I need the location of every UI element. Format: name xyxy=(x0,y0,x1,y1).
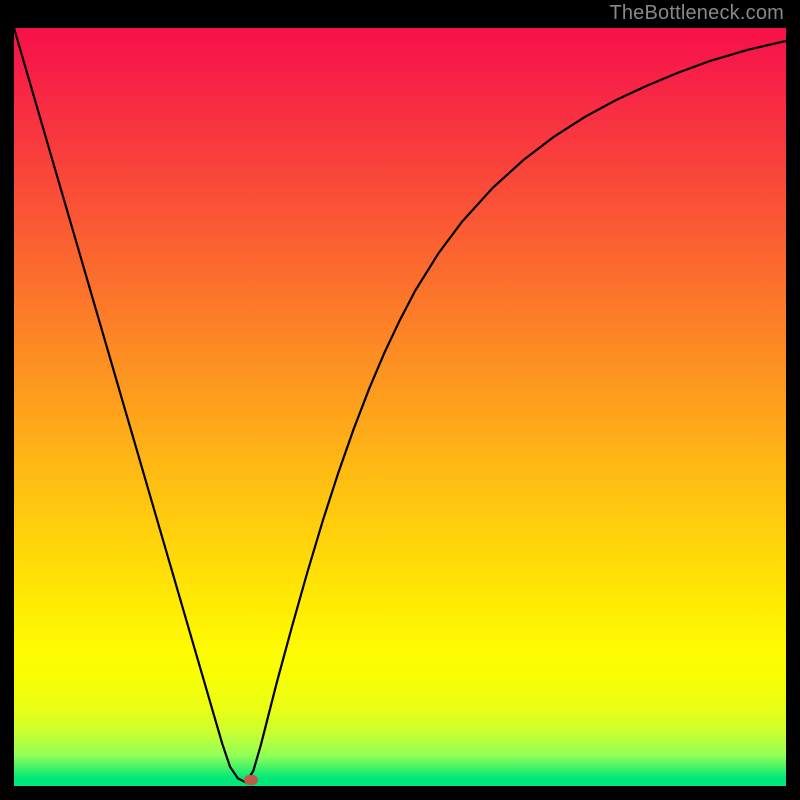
bottleneck-curve xyxy=(14,28,786,786)
chart-container: TheBottleneck.com xyxy=(0,0,800,800)
watermark-text: TheBottleneck.com xyxy=(609,2,784,25)
plot-area xyxy=(14,28,786,786)
optimal-point-marker xyxy=(244,775,258,785)
